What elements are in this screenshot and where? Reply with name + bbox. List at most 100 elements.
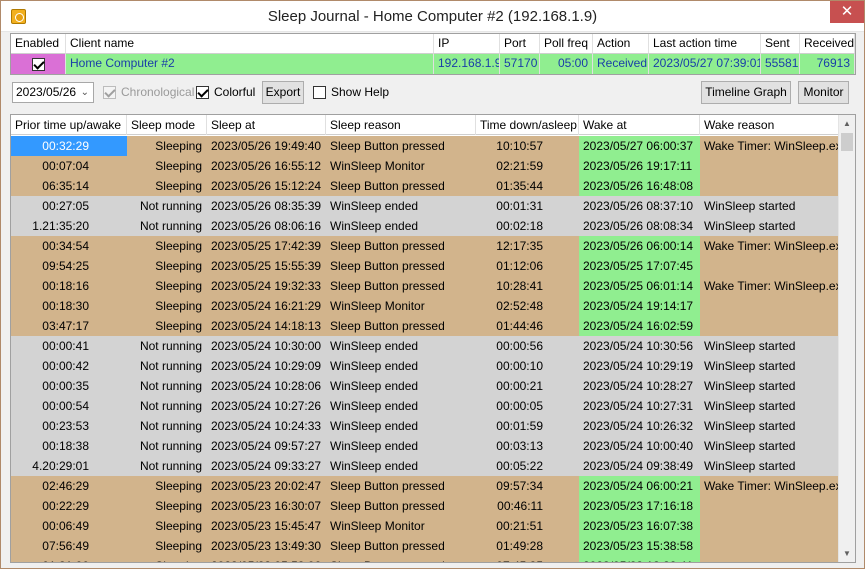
cell-sleep-mode[interactable]: Sleeping: [127, 136, 207, 156]
table-row[interactable]: 00:00:54 Not running 2023/05/24 10:27:26 Wi…: [11, 396, 839, 416]
table-row[interactable]: 00:22:29 Sleeping 2023/05/23 16:30:07 Sleep…: [11, 496, 839, 516]
cell-sleep-reason[interactable]: Sleep Button pressed: [326, 256, 476, 276]
cell-wake-reason[interactable]: WinSleep started: [700, 356, 839, 376]
cell-sleep-reason[interactable]: WinSleep Monitor: [326, 516, 476, 536]
cell-prior-time[interactable]: 4.20:29:01: [11, 456, 127, 476]
cell-prior-time[interactable]: 00:18:30: [11, 296, 127, 316]
cell-wake-reason[interactable]: [700, 516, 839, 536]
cell-wake-at[interactable]: 2023/05/26 19:17:11: [579, 156, 700, 176]
cell-time-down[interactable]: 00:01:31: [476, 196, 579, 216]
cell-sleep-mode[interactable]: Sleeping: [127, 156, 207, 176]
cell-sleep-mode[interactable]: Not running: [127, 336, 207, 356]
cell-sleep-reason[interactable]: Sleep Button pressed: [326, 536, 476, 556]
cell-wake-reason[interactable]: WinSleep started: [700, 396, 839, 416]
cell-sleep-at[interactable]: 2023/05/25 15:55:39: [207, 256, 326, 276]
cell-sleep-at[interactable]: 2023/05/24 09:33:27: [207, 456, 326, 476]
cell-time-down[interactable]: 00:46:11: [476, 496, 579, 516]
table-row[interactable]: 00:32:29 Sleeping 2023/05/26 19:49:40 Sleep…: [11, 136, 839, 156]
cell-wake-at[interactable]: 2023/05/27 06:00:37: [579, 136, 700, 156]
cell-sleep-mode[interactable]: Not running: [127, 456, 207, 476]
table-row[interactable]: 02:46:29 Sleeping 2023/05/23 20:02:47 Sleep…: [11, 476, 839, 496]
header-action[interactable]: Action: [593, 34, 649, 54]
cell-wake-at[interactable]: 2023/05/26 08:37:10: [579, 196, 700, 216]
table-row[interactable]: 09:54:25 Sleeping 2023/05/25 15:55:39 Sleep…: [11, 256, 839, 276]
cell-time-down[interactable]: 00:00:10: [476, 356, 579, 376]
cell-time-down[interactable]: 00:00:56: [476, 336, 579, 356]
cell-sleep-reason[interactable]: Sleep Button pressed: [326, 556, 476, 562]
cell-sleep-at[interactable]: 2023/05/26 19:49:40: [207, 136, 326, 156]
cell-sleep-mode[interactable]: Not running: [127, 416, 207, 436]
cell-sleep-reason[interactable]: WinSleep ended: [326, 396, 476, 416]
cell-wake-reason[interactable]: [700, 536, 839, 556]
cell-sleep-reason[interactable]: WinSleep ended: [326, 356, 476, 376]
cell-sleep-mode[interactable]: Not running: [127, 216, 207, 236]
scroll-thumb[interactable]: [841, 133, 853, 151]
cell-prior-time[interactable]: 1.21:35:20: [11, 216, 127, 236]
cell-sleep-mode[interactable]: Sleeping: [127, 316, 207, 336]
cell-sleep-mode[interactable]: Sleeping: [127, 276, 207, 296]
table-row[interactable]: 1.21:35:20 Not running 2023/05/26 08:06:16…: [11, 216, 839, 236]
cell-wake-at[interactable]: 2023/05/24 10:27:31: [579, 396, 700, 416]
cell-sleep-mode[interactable]: Sleeping: [127, 176, 207, 196]
header-enabled[interactable]: Enabled: [11, 34, 66, 54]
cell-prior-time[interactable]: 00:00:54: [11, 396, 127, 416]
cell-sleep-at[interactable]: 2023/05/24 10:28:06: [207, 376, 326, 396]
header-client-name[interactable]: Client name: [66, 34, 434, 54]
cell-prior-time[interactable]: 03:47:17: [11, 316, 127, 336]
cell-wake-reason[interactable]: WinSleep started: [700, 416, 839, 436]
cell-wake-reason[interactable]: Wake Timer: WinSleep.exe: [700, 276, 839, 296]
cell-wake-at[interactable]: 2023/05/24 10:30:56: [579, 336, 700, 356]
cell-sleep-mode[interactable]: Sleeping: [127, 236, 207, 256]
header-received[interactable]: Received: [800, 34, 855, 54]
cell-sleep-mode[interactable]: Sleeping: [127, 556, 207, 562]
cell-wake-at[interactable]: 2023/05/23 16:07:38: [579, 516, 700, 536]
cell-wake-reason[interactable]: WinSleep started: [700, 336, 839, 356]
cell-sleep-mode[interactable]: Not running: [127, 196, 207, 216]
cell-prior-time[interactable]: 00:18:38: [11, 436, 127, 456]
timeline-graph-button[interactable]: Timeline Graph: [701, 81, 791, 104]
scroll-down-icon[interactable]: ▼: [839, 545, 855, 562]
cell-time-down[interactable]: 00:02:18: [476, 216, 579, 236]
cell-time-down[interactable]: 01:44:46: [476, 316, 579, 336]
table-row[interactable]: 00:18:30 Sleeping 2023/05/24 16:21:29 WinSl…: [11, 296, 839, 316]
cell-wake-at[interactable]: 2023/05/23 13:38:41: [579, 556, 700, 562]
cell-wake-at[interactable]: 2023/05/24 10:28:27: [579, 376, 700, 396]
header-port[interactable]: Port: [500, 34, 540, 54]
header-wake-at[interactable]: Wake at: [579, 115, 700, 135]
cell-sleep-mode[interactable]: Sleeping: [127, 516, 207, 536]
cell-wake-reason[interactable]: [700, 296, 839, 316]
cell-wake-reason[interactable]: [700, 176, 839, 196]
cell-sleep-at[interactable]: 2023/05/24 10:24:33: [207, 416, 326, 436]
client-port[interactable]: 57170: [500, 54, 540, 74]
header-sent[interactable]: Sent: [761, 34, 800, 54]
table-row[interactable]: 00:00:42 Not running 2023/05/24 10:29:09 Wi…: [11, 356, 839, 376]
client-row[interactable]: Home Computer #2 192.168.1.9 57170 05:00…: [11, 54, 855, 74]
table-row[interactable]: 01:31:00Sleeping2023/05/23 05:53:06Sleep…: [11, 556, 839, 562]
cell-sleep-at[interactable]: 2023/05/24 10:29:09: [207, 356, 326, 376]
cell-sleep-reason[interactable]: WinSleep ended: [326, 336, 476, 356]
cell-wake-reason[interactable]: [700, 156, 839, 176]
cell-sleep-reason[interactable]: Sleep Button pressed: [326, 476, 476, 496]
table-row[interactable]: 00:07:04 Sleeping 2023/05/26 16:55:12 WinSl…: [11, 156, 839, 176]
cell-wake-reason[interactable]: Wake Timer: WinSleep.exe: [700, 136, 839, 156]
cell-wake-at[interactable]: 2023/05/24 10:26:32: [579, 416, 700, 436]
table-row[interactable]: 03:47:17 Sleeping 2023/05/24 14:18:13 Sleep…: [11, 316, 839, 336]
cell-wake-reason[interactable]: Wake Timer: WinSleep.exe: [700, 476, 839, 496]
cell-sleep-at[interactable]: 2023/05/24 10:30:00: [207, 336, 326, 356]
table-row[interactable]: 00:27:05 Not running 2023/05/26 08:35:39 Wi…: [11, 196, 839, 216]
cell-prior-time[interactable]: 00:18:16: [11, 276, 127, 296]
cell-time-down[interactable]: 02:52:48: [476, 296, 579, 316]
monitor-button[interactable]: Monitor: [798, 81, 849, 104]
table-row[interactable]: 00:06:49 Sleeping 2023/05/23 15:45:47 WinSl…: [11, 516, 839, 536]
cell-sleep-reason[interactable]: Sleep Button pressed: [326, 136, 476, 156]
header-sleep-reason[interactable]: Sleep reason: [326, 115, 476, 135]
cell-time-down[interactable]: 00:05:22: [476, 456, 579, 476]
table-row[interactable]: 06:35:14 Sleeping 2023/05/26 15:12:24 Sleep…: [11, 176, 839, 196]
client-last-action-time[interactable]: 2023/05/27 07:39:01: [649, 54, 761, 74]
chronological-checkbox[interactable]: [103, 85, 116, 99]
client-received[interactable]: 76913: [800, 54, 855, 74]
cell-sleep-at[interactable]: 2023/05/23 16:30:07: [207, 496, 326, 516]
colorful-checkbox[interactable]: [196, 85, 209, 99]
cell-sleep-reason[interactable]: WinSleep ended: [326, 456, 476, 476]
cell-sleep-mode[interactable]: Sleeping: [127, 496, 207, 516]
